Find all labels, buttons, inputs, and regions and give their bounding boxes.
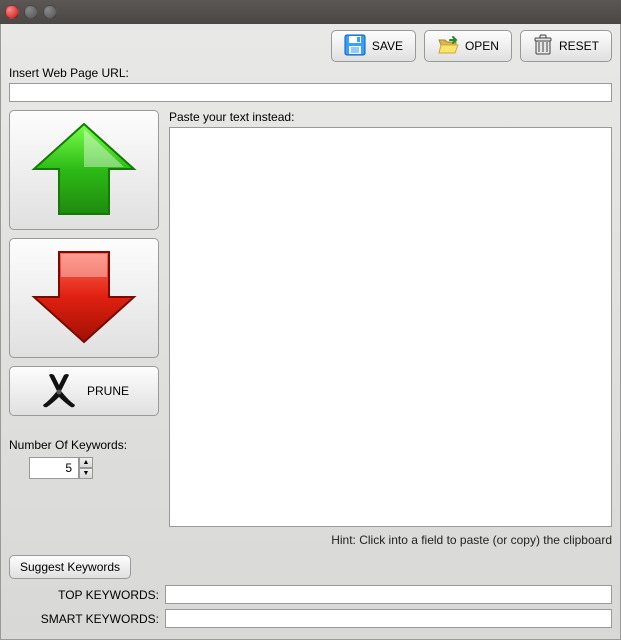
folder-open-icon: [437, 34, 459, 59]
reset-label: RESET: [559, 39, 599, 53]
url-label: Insert Web Page URL:: [9, 66, 612, 80]
up-arrow-button[interactable]: [9, 110, 159, 230]
top-keywords-label: TOP KEYWORDS:: [9, 588, 159, 602]
spinner-down-button[interactable]: ▼: [79, 468, 93, 479]
reset-button[interactable]: RESET: [520, 30, 612, 62]
prune-button[interactable]: PRUNE: [9, 366, 159, 416]
smart-keywords-row: SMART KEYWORDS:: [9, 609, 612, 628]
left-column: PRUNE Number Of Keywords: ▲ ▼: [9, 110, 159, 547]
window-maximize-button[interactable]: [43, 5, 57, 19]
top-keywords-input[interactable]: [165, 585, 612, 604]
trash-icon: [533, 34, 553, 59]
paste-textarea[interactable]: [169, 127, 612, 527]
smart-keywords-label: SMART KEYWORDS:: [9, 612, 159, 626]
open-label: OPEN: [465, 39, 499, 53]
right-column: Paste your text instead: Hint: Click int…: [169, 110, 612, 547]
toolbar: SAVE OPEN RESET: [9, 30, 612, 62]
top-keywords-row: TOP KEYWORDS:: [9, 585, 612, 604]
save-label: SAVE: [372, 39, 403, 53]
spinner-up-button[interactable]: ▲: [79, 457, 93, 468]
url-section: Insert Web Page URL:: [9, 66, 612, 102]
window-minimize-button[interactable]: [24, 5, 38, 19]
save-icon: [344, 34, 366, 59]
num-keywords-label: Number Of Keywords:: [9, 438, 159, 452]
hint-text: Hint: Click into a field to paste (or co…: [169, 533, 612, 547]
arrow-down-icon: [29, 247, 139, 350]
main-row: PRUNE Number Of Keywords: ▲ ▼ Paste your…: [9, 110, 612, 547]
num-keywords-section: Number Of Keywords: ▲ ▼: [9, 438, 159, 479]
smart-keywords-input[interactable]: [165, 609, 612, 628]
open-button[interactable]: OPEN: [424, 30, 512, 62]
url-input[interactable]: [9, 83, 612, 102]
paste-label: Paste your text instead:: [169, 110, 612, 124]
arrow-up-icon: [29, 119, 139, 222]
suggest-keywords-button[interactable]: Suggest Keywords: [9, 555, 131, 579]
titlebar: [0, 0, 621, 24]
num-keywords-input[interactable]: [29, 457, 79, 479]
prune-label: PRUNE: [87, 384, 129, 398]
down-arrow-button[interactable]: [9, 238, 159, 358]
spinner-buttons: ▲ ▼: [79, 457, 93, 479]
save-button[interactable]: SAVE: [331, 30, 416, 62]
num-keywords-spinner: ▲ ▼: [29, 457, 159, 479]
window-body: SAVE OPEN RESET Insert Web Page URL:: [0, 24, 621, 640]
window-close-button[interactable]: [5, 5, 19, 19]
pruning-shears-icon: [39, 371, 79, 412]
bottom-section: Suggest Keywords TOP KEYWORDS: SMART KEY…: [9, 555, 612, 633]
